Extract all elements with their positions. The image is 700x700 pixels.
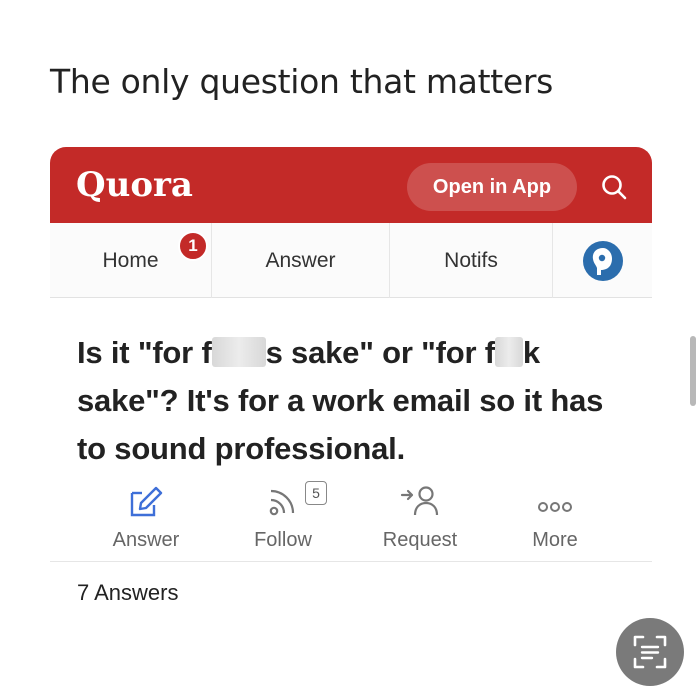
open-in-app-button[interactable]: Open in App: [407, 163, 577, 211]
tab-answer[interactable]: Answer: [212, 223, 390, 298]
tab-answer-label: Answer: [265, 248, 336, 272]
question-title-part-4: sake"? It's for a work email so it has t…: [77, 383, 604, 466]
request-action-label: Request: [382, 529, 458, 551]
quora-screenshot: Quora Open in App Home 1 Answer Notifs I…: [50, 147, 652, 627]
pencil-edit-icon: [130, 486, 163, 517]
divider: [50, 561, 652, 562]
more-action-button[interactable]: More: [490, 479, 620, 561]
question-title-part-1: Is it "for f: [77, 335, 212, 370]
post-caption: The only question that matters: [50, 62, 554, 101]
censor-blur: [494, 337, 523, 367]
text-scan-icon: [633, 635, 667, 669]
nav-bar: Home 1 Answer Notifs: [50, 223, 652, 298]
text-scan-button[interactable]: [616, 618, 684, 686]
quora-logo[interactable]: Quora: [76, 165, 193, 205]
censor-blur: [211, 337, 266, 367]
question-title[interactable]: Is it "for f s sake" or "for f k sake"? It…: [77, 329, 617, 473]
follow-action-button[interactable]: 5 Follow: [218, 479, 348, 561]
tab-notifs[interactable]: Notifs: [390, 223, 553, 298]
tab-notifs-label: Notifs: [444, 248, 498, 272]
avatar-icon: [582, 240, 623, 281]
tab-profile[interactable]: [553, 223, 652, 298]
tab-home-label: Home: [102, 248, 159, 272]
more-action-label: More: [532, 529, 578, 551]
follow-action-label: Follow: [254, 529, 312, 551]
answer-action-button[interactable]: Answer: [81, 479, 211, 561]
quora-header: Quora Open in App: [50, 147, 652, 223]
question-title-part-3: k: [522, 335, 540, 370]
search-icon[interactable]: [600, 173, 628, 201]
more-dots-icon: [538, 502, 572, 512]
follow-count-badge: 5: [305, 481, 327, 505]
answers-count[interactable]: 7 Answers: [77, 580, 179, 606]
question-actions: Answer 5 Follow Request More: [50, 479, 652, 561]
question-title-part-2: s sake" or "for f: [265, 335, 495, 370]
home-notification-badge: 1: [178, 231, 208, 261]
scrollbar-thumb[interactable]: [690, 336, 696, 406]
request-action-button[interactable]: Request: [355, 479, 485, 561]
request-user-icon: [400, 486, 439, 516]
follow-rss-icon: [269, 489, 295, 516]
answer-action-label: Answer: [112, 529, 180, 551]
